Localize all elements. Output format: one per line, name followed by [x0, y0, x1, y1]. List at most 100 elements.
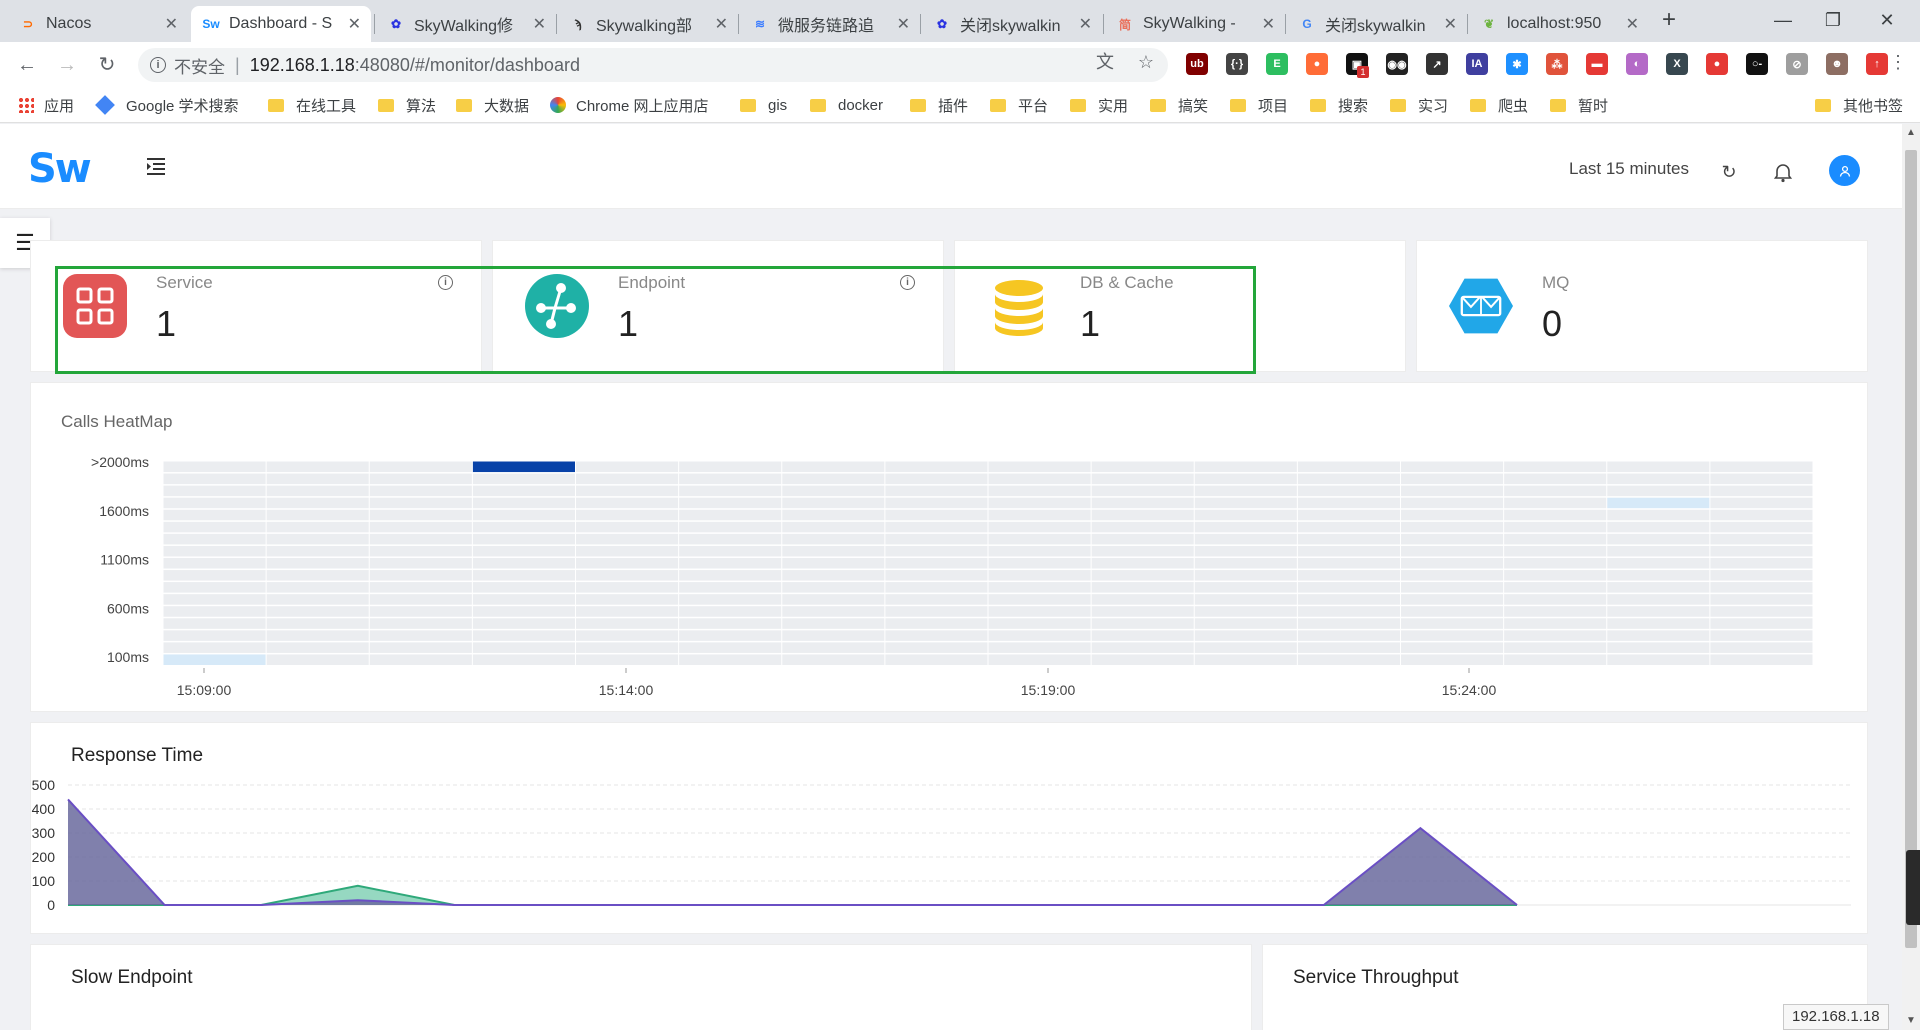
heatmap-cell[interactable] [1091, 642, 1194, 653]
heatmap-cell[interactable] [1401, 642, 1504, 653]
scroll-down-icon[interactable]: ▼ [1902, 1012, 1920, 1030]
heatmap-cell[interactable] [679, 485, 782, 497]
heatmap-cell[interactable] [266, 594, 369, 605]
heatmap-cell[interactable] [576, 497, 679, 509]
heatmap-cell[interactable] [782, 630, 885, 641]
heatmap-cell[interactable] [369, 557, 472, 569]
heatmap-cell[interactable] [1504, 533, 1607, 545]
heatmap-cell[interactable] [163, 582, 266, 593]
heatmap-cell[interactable] [472, 485, 575, 497]
collapse-menu-icon[interactable] [144, 154, 168, 178]
heatmap-cell[interactable] [782, 545, 885, 557]
heatmap-cell[interactable] [1607, 461, 1710, 473]
bookmark-item[interactable]: 项目 [1230, 95, 1288, 115]
heatmap-cell[interactable] [369, 570, 472, 581]
heatmap-cell[interactable] [1710, 654, 1813, 665]
heatmap-cell[interactable] [472, 654, 575, 665]
heatmap-cell[interactable] [679, 557, 782, 569]
heatmap-cell[interactable] [1607, 509, 1710, 521]
heatmap-cell[interactable] [1194, 654, 1297, 665]
info-icon[interactable]: i [438, 275, 453, 290]
bookmark-item[interactable]: gis [740, 95, 787, 115]
heatmap-cell-filled[interactable] [472, 461, 575, 473]
browser-tab[interactable]: ≋ 微服务链路追 ✕ [740, 6, 920, 42]
heatmap-cell[interactable] [1710, 461, 1813, 473]
heatmap-cell[interactable] [988, 497, 1091, 509]
heatmap-cell[interactable] [472, 497, 575, 509]
heatmap-cell[interactable] [885, 618, 988, 629]
mask-icon[interactable]: ◉◉ [1386, 53, 1408, 75]
heatmap-cell[interactable] [1297, 545, 1400, 557]
stat-card-db-cache[interactable]: DB & Cache 1 [954, 240, 1406, 372]
heatmap-cell[interactable] [782, 461, 885, 473]
heatmap-cell[interactable] [1194, 630, 1297, 641]
heatmap-cell[interactable] [782, 606, 885, 617]
heatmap-cell[interactable] [782, 521, 885, 533]
heatmap-cell[interactable] [576, 570, 679, 581]
heatmap-cell[interactable] [472, 618, 575, 629]
heatmap-cell[interactable] [988, 557, 1091, 569]
heatmap-cell[interactable] [988, 570, 1091, 581]
heatmap-cell[interactable] [1607, 533, 1710, 545]
heatmap-cell[interactable] [1710, 618, 1813, 629]
heatmap-cell[interactable] [782, 642, 885, 653]
heatmap-cell[interactable] [885, 570, 988, 581]
heatmap-cell[interactable] [885, 545, 988, 557]
heatmap-cell[interactable] [988, 654, 1091, 665]
heatmap-cell[interactable] [369, 654, 472, 665]
heatmap-cell[interactable] [472, 594, 575, 605]
heatmap-cell[interactable] [1297, 509, 1400, 521]
heatmap-cell[interactable] [1607, 557, 1710, 569]
heatmap-cell[interactable] [163, 461, 266, 473]
heatmap-cell[interactable] [369, 594, 472, 605]
pink-circle-icon[interactable]: ◐ [1626, 53, 1648, 75]
heatmap-cell[interactable] [1504, 654, 1607, 665]
molecule-icon[interactable]: ⁂ [1546, 53, 1568, 75]
heatmap-cell[interactable] [1401, 654, 1504, 665]
heatmap-cell[interactable] [1607, 642, 1710, 653]
heatmap-cell[interactable] [1710, 509, 1813, 521]
user-avatar[interactable] [1829, 155, 1860, 186]
heatmap-cell[interactable] [988, 509, 1091, 521]
heatmap-cell[interactable] [679, 594, 782, 605]
bookmark-item[interactable]: 算法 [378, 95, 436, 115]
heatmap-cell[interactable] [369, 582, 472, 593]
heatmap-cell[interactable] [1091, 570, 1194, 581]
browser-menu-icon[interactable]: ⋮ [1886, 50, 1910, 74]
heatmap-cell[interactable] [1710, 557, 1813, 569]
time-range-selector[interactable]: Last 15 minutes [1569, 159, 1689, 179]
heatmap-cell[interactable] [1091, 485, 1194, 497]
heatmap-cell[interactable] [988, 473, 1091, 485]
bookmark-item[interactable]: 实习 [1390, 95, 1448, 115]
heatmap-cell[interactable] [885, 594, 988, 605]
heatmap-cell[interactable] [163, 570, 266, 581]
browser-tab[interactable]: ❦ localhost:950 ✕ [1469, 6, 1649, 42]
heatmap-cell[interactable] [266, 642, 369, 653]
heatmap-cell[interactable] [1194, 533, 1297, 545]
heatmap-cell[interactable] [1710, 485, 1813, 497]
heatmap-cell[interactable] [1401, 630, 1504, 641]
heatmap-cell[interactable] [266, 533, 369, 545]
chart-icon[interactable]: ↗ [1426, 53, 1448, 75]
heatmap-cell[interactable] [576, 618, 679, 629]
heatmap-cell[interactable] [266, 618, 369, 629]
heatmap-cell[interactable] [369, 618, 472, 629]
heatmap-cell[interactable] [472, 509, 575, 521]
other-bookmarks[interactable]: 其他书签 [1815, 95, 1903, 115]
close-tab-icon[interactable]: ✕ [165, 14, 178, 34]
bookmark-item[interactable]: 实用 [1070, 95, 1128, 115]
heatmap-cell[interactable] [576, 509, 679, 521]
heatmap-cell[interactable] [1091, 473, 1194, 485]
ia-icon[interactable]: IA [1466, 53, 1488, 75]
heatmap-cell-filled[interactable] [1607, 497, 1710, 509]
heatmap-cell[interactable] [1297, 654, 1400, 665]
profile-avatar-icon[interactable]: ☻ [1826, 53, 1848, 75]
heatmap-cell[interactable] [679, 630, 782, 641]
heatmap-cell[interactable] [782, 497, 885, 509]
heatmap-cell[interactable] [472, 606, 575, 617]
bookmark-item[interactable]: 插件 [910, 95, 968, 115]
heatmap-cell[interactable] [988, 582, 1091, 593]
heatmap-cell[interactable] [1297, 618, 1400, 629]
heatmap-cell[interactable] [1297, 582, 1400, 593]
bookmark-item[interactable]: 大数据 [456, 95, 529, 115]
